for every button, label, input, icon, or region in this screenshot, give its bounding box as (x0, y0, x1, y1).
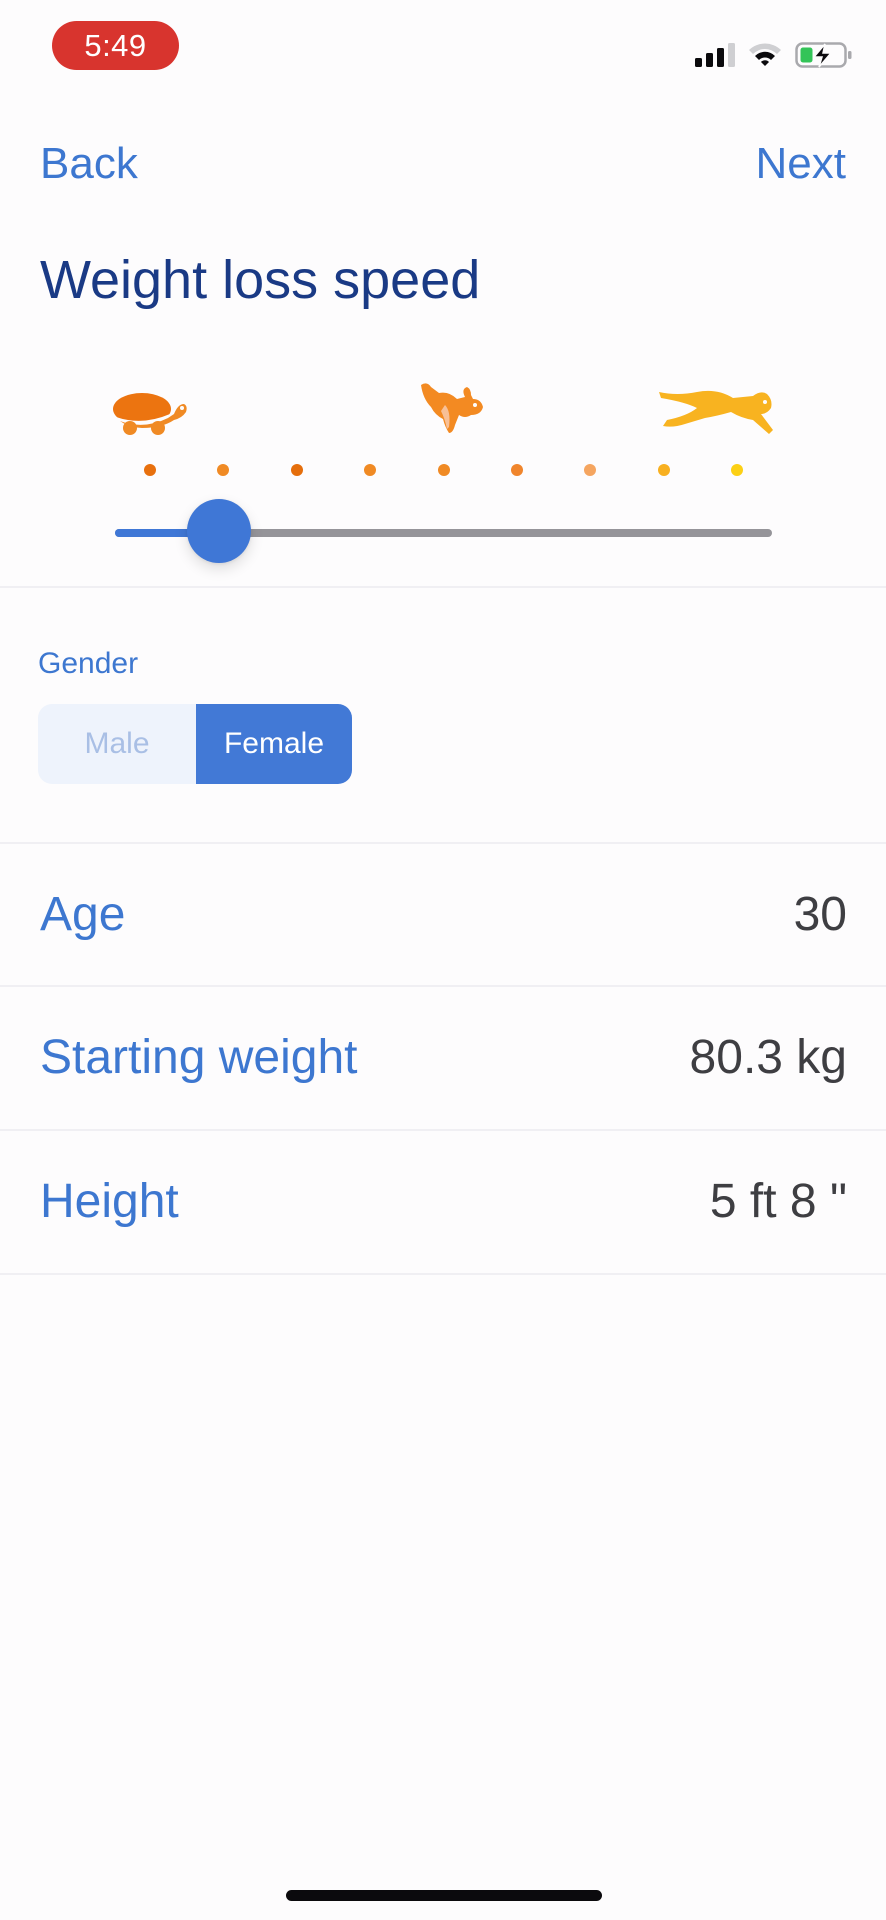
battery-charging-icon (795, 42, 852, 68)
gender-label: Gender (38, 647, 139, 680)
starting-weight-label: Starting weight (40, 1031, 358, 1084)
slider-thumb[interactable] (187, 499, 252, 563)
speed-tick-dot (217, 464, 230, 476)
wifi-icon (749, 43, 781, 66)
speed-tick-dot (584, 464, 597, 476)
row-divider (0, 1273, 886, 1275)
height-row[interactable]: Height 5 ft 8 " (0, 1131, 886, 1273)
speed-tick-dot (731, 464, 743, 476)
cheetah-icon (659, 390, 773, 434)
height-value: 5 ft 8 " (709, 1175, 847, 1228)
rabbit-icon (421, 383, 483, 433)
status-time-pill: 5:49 (52, 21, 179, 70)
section-divider (0, 586, 886, 588)
speed-tick-dot (290, 464, 303, 476)
home-indicator[interactable] (286, 1890, 602, 1901)
speed-tick-dot (510, 464, 523, 476)
age-label: Age (40, 888, 126, 941)
age-row[interactable]: Age 30 (0, 844, 886, 986)
gender-option-female[interactable]: Female (196, 704, 352, 784)
speed-tick-dot (437, 464, 450, 476)
gender-segmented-control: Male Female (38, 704, 352, 784)
status-time: 5:49 (84, 28, 147, 63)
speed-tick-dot (144, 464, 156, 476)
gender-option-male[interactable]: Male (38, 704, 196, 784)
next-button[interactable]: Next (756, 136, 846, 192)
speed-tick-dot (657, 464, 670, 476)
starting-weight-row[interactable]: Starting weight 80.3 kg (0, 987, 886, 1129)
turtle-icon (113, 393, 187, 435)
cellular-signal-icon (695, 43, 735, 67)
speed-tick-dot (364, 464, 377, 476)
page-title: Weight loss speed (40, 250, 481, 310)
starting-weight-value: 80.3 kg (689, 1031, 847, 1084)
weight-loss-speed-slider[interactable] (111, 499, 776, 565)
height-label: Height (40, 1175, 179, 1228)
age-value: 30 (793, 888, 847, 941)
back-button[interactable]: Back (40, 136, 138, 192)
